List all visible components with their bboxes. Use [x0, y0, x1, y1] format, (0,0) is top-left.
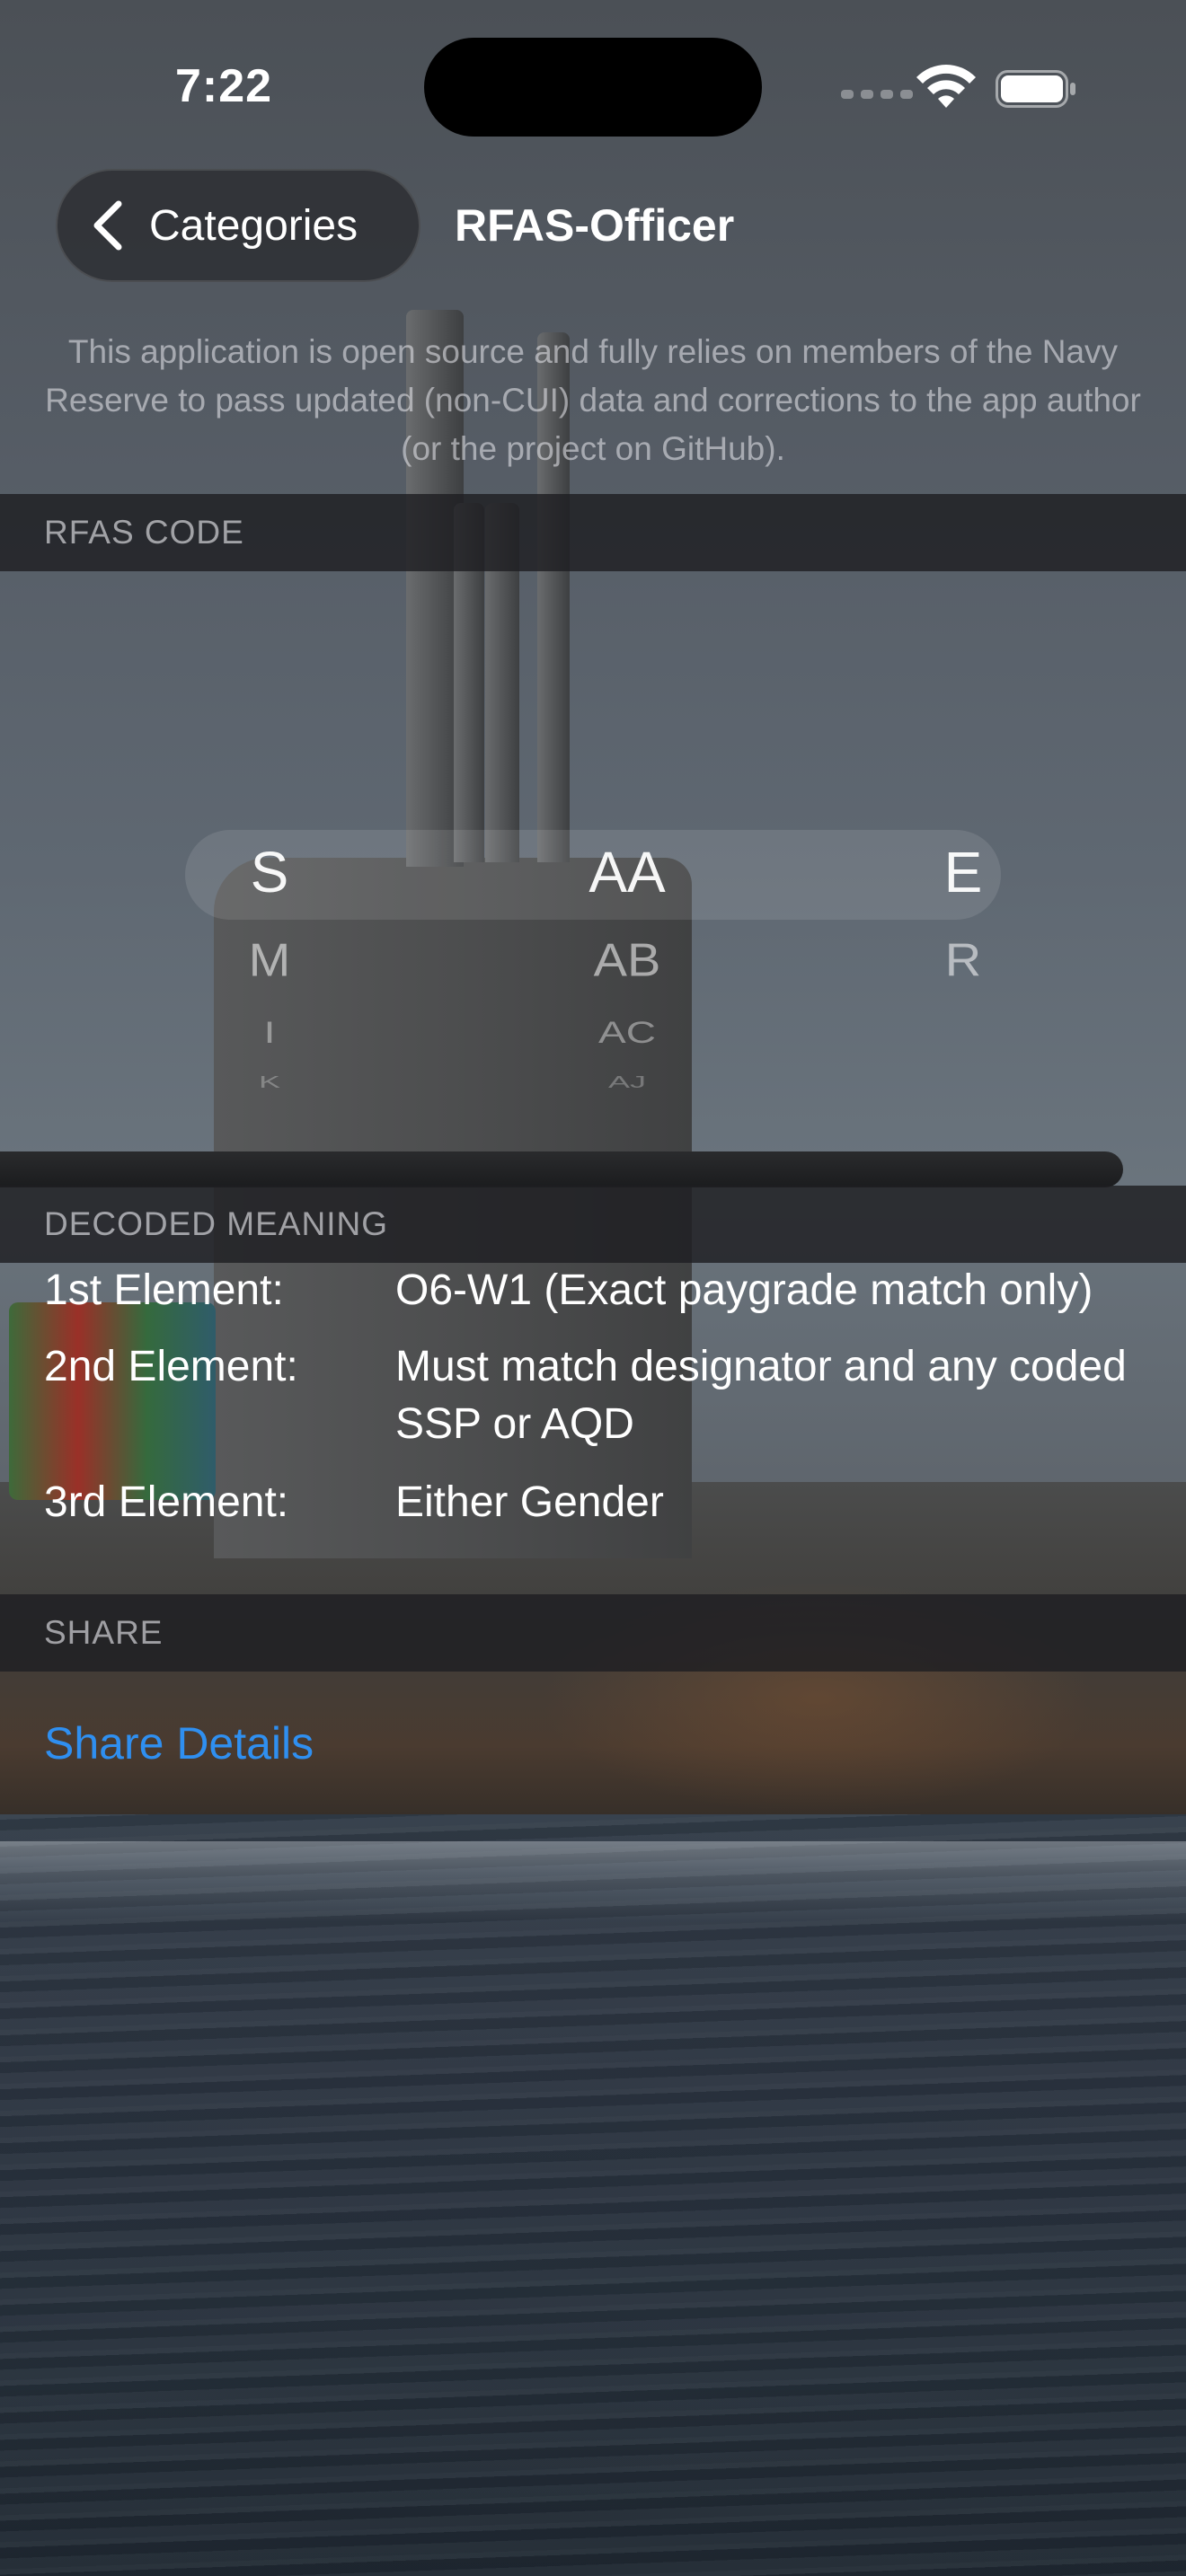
back-button[interactable]: Categories — [56, 169, 420, 282]
picker-item-selected[interactable]: S — [135, 839, 404, 905]
wifi-icon — [916, 65, 976, 108]
decoded-label: 2nd Element: — [44, 1343, 298, 1390]
water — [0, 1814, 1186, 2576]
disclaimer-text: This application is open source and full… — [45, 333, 1141, 467]
picker-item[interactable]: I — [135, 1014, 404, 1051]
decoded-label: 3rd Element: — [44, 1478, 289, 1526]
navigation-bar: Categories RFAS-Officer — [0, 162, 1186, 296]
section-header-share: SHARE — [0, 1594, 1186, 1672]
picker-item[interactable]: AB — [492, 933, 762, 987]
battery-icon — [996, 70, 1075, 108]
cellular-signal-icon — [841, 90, 913, 99]
decoded-label: 1st Element: — [44, 1266, 284, 1314]
picker-item[interactable]: K — [135, 1073, 404, 1092]
section-header-decoded-meaning: DECODED MEANING — [0, 1186, 1186, 1263]
status-time: 7:22 — [175, 60, 273, 112]
picker-item-selected[interactable]: E — [828, 839, 1098, 905]
picker-item[interactable]: AJ — [492, 1073, 762, 1092]
decoded-value: O6-W1 (Exact paygrade match only) — [395, 1266, 1093, 1314]
picker-column-2nd-element[interactable]: AA AB AC AJ — [492, 571, 762, 1187]
section-header-rfas-code: RFAS CODE — [0, 494, 1186, 571]
picker-column-3rd-element[interactable]: E R — [828, 571, 1098, 1187]
picker-column-1st-element[interactable]: S M I K — [135, 571, 404, 1187]
picker-item-selected[interactable]: AA — [492, 839, 762, 905]
dynamic-island — [424, 38, 762, 137]
picker-item[interactable]: M — [135, 933, 404, 987]
wake-foam — [0, 1841, 1186, 1922]
decoded-value: Either Gender — [395, 1478, 664, 1526]
decoded-meaning-list: 1st Element: O6-W1 (Exact paygrade match… — [0, 1262, 1186, 1594]
rfas-code-picker[interactable]: S M I K AA AB AC AJ E R — [0, 571, 1186, 1187]
chevron-left-icon — [93, 200, 122, 251]
picker-item[interactable]: R — [828, 933, 1098, 987]
decoded-value: Must match designator and any coded SSP … — [395, 1343, 1127, 1448]
back-button-label: Categories — [149, 201, 358, 250]
page-title: RFAS-Officer — [455, 200, 735, 251]
share-details-button[interactable]: Share Details — [44, 1717, 314, 1769]
status-bar: 7:22 — [0, 0, 1186, 162]
picker-item[interactable]: AC — [492, 1014, 762, 1051]
